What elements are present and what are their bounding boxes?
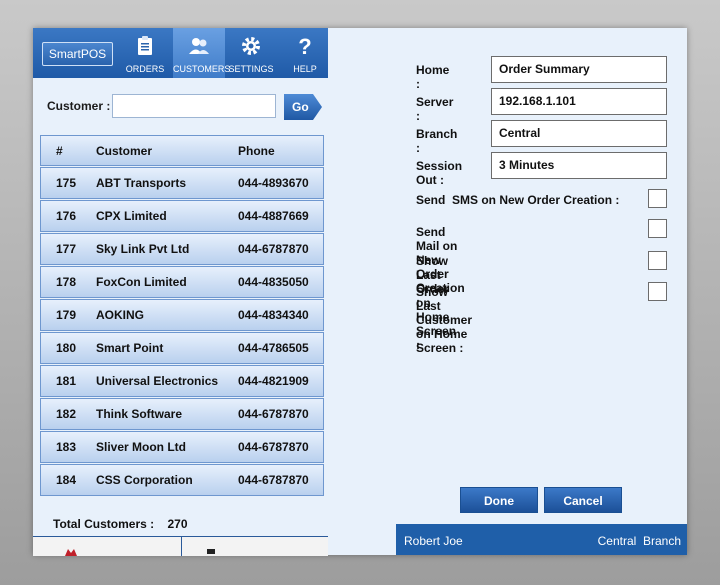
question-icon: ? <box>298 35 311 57</box>
show-last-customer-label: Show Last Customer on Home Screen : <box>416 285 473 355</box>
gear-icon <box>242 37 260 55</box>
row-id: 176 <box>56 209 77 223</box>
settings-pane: Home : Order Summary Server : 192.168.1.… <box>328 28 687 555</box>
clipboard-icon <box>138 36 152 55</box>
table-row[interactable]: 180 Smart Point 044-4786505 <box>40 332 324 364</box>
table-row[interactable]: 182 Think Software 044-6787870 <box>40 398 324 430</box>
nav-orders[interactable]: ORDERS <box>119 28 171 78</box>
row-phone: 044-4786505 <box>238 341 309 355</box>
status-branch: Central Branch <box>597 534 681 548</box>
row-phone: 044-6787870 <box>238 407 309 421</box>
show-last-order-checkbox[interactable] <box>648 251 667 270</box>
nav-settings[interactable]: SETTINGS <box>225 28 277 78</box>
row-id: 180 <box>56 341 77 355</box>
branch-label: Branch : <box>416 127 458 155</box>
row-customer: CSS Corporation <box>96 473 193 487</box>
row-id: 181 <box>56 374 77 388</box>
done-button[interactable]: Done <box>460 487 538 513</box>
customer-search-label: Customer : <box>47 99 111 113</box>
server-field[interactable]: 192.168.1.101 <box>491 88 667 115</box>
nav-customers[interactable]: CUSTOMERS <box>173 28 231 78</box>
table-row[interactable]: 176 CPX Limited 044-4887669 <box>40 200 324 232</box>
app-logo: SmartPOS <box>42 42 113 66</box>
row-customer: CPX Limited <box>96 209 167 223</box>
total-customers-value: 270 <box>167 517 188 531</box>
row-customer: FoxCon Limited <box>96 275 187 289</box>
svg-text:?: ? <box>298 35 311 57</box>
customers-pane: SmartPOS ORDERS CUSTOMERS SETTINGS ? HEL… <box>33 28 328 556</box>
row-customer: AOKING <box>96 308 144 322</box>
nav-customers-label: CUSTOMERS <box>173 64 231 74</box>
table-row[interactable]: 184 CSS Corporation 044-6787870 <box>40 464 324 496</box>
users-icon <box>189 38 209 54</box>
table-row[interactable]: 179 AOKING 044-4834340 <box>40 299 324 331</box>
row-phone: 044-6787870 <box>238 242 309 256</box>
show-last-customer-checkbox[interactable] <box>648 282 667 301</box>
bottom-toolbar <box>33 536 328 556</box>
total-customers: Total Customers : 270 <box>53 517 188 531</box>
send-sms-label: Send SMS on New Order Creation : <box>416 193 620 207</box>
row-id: 175 <box>56 176 77 190</box>
home-label: Home : <box>416 63 450 91</box>
row-phone: 044-6787870 <box>238 473 309 487</box>
go-button[interactable]: Go <box>284 94 322 120</box>
cancel-button[interactable]: Cancel <box>544 487 622 513</box>
bottom-divider <box>181 537 182 556</box>
row-phone: 044-4887669 <box>238 209 309 223</box>
session-out-label: Session Out : <box>416 159 463 187</box>
col-phone-header: Phone <box>238 143 275 158</box>
bottom-left-icon[interactable] <box>65 549 77 556</box>
customers-table: # Customer Phone 175 ABT Transports 044-… <box>40 135 324 497</box>
send-sms-checkbox[interactable] <box>648 189 667 208</box>
row-customer: Universal Electronics <box>96 374 219 388</box>
row-id: 183 <box>56 440 77 454</box>
customer-search-input[interactable] <box>112 94 276 118</box>
app-window: SmartPOS ORDERS CUSTOMERS SETTINGS ? HEL… <box>33 28 687 556</box>
row-customer: Smart Point <box>96 341 164 355</box>
row-phone: 044-6787870 <box>238 440 309 454</box>
bottom-right-icon[interactable] <box>207 549 215 554</box>
table-header: # Customer Phone <box>40 135 324 166</box>
table-row[interactable]: 175 ABT Transports 044-4893670 <box>40 167 324 199</box>
row-phone: 044-4821909 <box>238 374 309 388</box>
row-phone: 044-4893670 <box>238 176 309 190</box>
nav-help-label: HELP <box>293 64 317 74</box>
send-mail-checkbox[interactable] <box>648 219 667 238</box>
col-customer-header: Customer <box>96 143 153 158</box>
col-number-header: # <box>56 143 63 158</box>
row-phone: 044-4834340 <box>238 308 309 322</box>
row-id: 177 <box>56 242 77 256</box>
customer-search-row: Customer : Go <box>33 90 328 124</box>
nav-help[interactable]: ? HELP <box>279 28 331 78</box>
row-customer: Think Software <box>96 407 183 421</box>
row-id: 179 <box>56 308 77 322</box>
table-row[interactable]: 183 Sliver Moon Ltd 044-6787870 <box>40 431 324 463</box>
row-phone: 044-4835050 <box>238 275 309 289</box>
session-out-field[interactable]: 3 Minutes <box>491 152 667 179</box>
nav-settings-label: SETTINGS <box>228 64 274 74</box>
server-label: Server : <box>416 95 454 123</box>
home-field[interactable]: Order Summary <box>491 56 667 83</box>
row-id: 182 <box>56 407 77 421</box>
row-customer: ABT Transports <box>96 176 187 190</box>
table-row[interactable]: 177 Sky Link Pvt Ltd 044-6787870 <box>40 233 324 265</box>
table-row[interactable]: 178 FoxCon Limited 044-4835050 <box>40 266 324 298</box>
status-bar: Robert Joe Central Branch <box>396 524 687 555</box>
table-row[interactable]: 181 Universal Electronics 044-4821909 <box>40 365 324 397</box>
row-id: 184 <box>56 473 77 487</box>
row-customer: Sliver Moon Ltd <box>96 440 186 454</box>
nav-orders-label: ORDERS <box>125 64 165 74</box>
top-nav-bar: SmartPOS ORDERS CUSTOMERS SETTINGS ? HEL… <box>33 28 328 78</box>
go-button-label: Go <box>292 100 309 114</box>
row-customer: Sky Link Pvt Ltd <box>96 242 190 256</box>
row-id: 178 <box>56 275 77 289</box>
total-customers-label: Total Customers : <box>53 517 155 531</box>
branch-field[interactable]: Central <box>491 120 667 147</box>
status-user: Robert Joe <box>404 534 463 548</box>
